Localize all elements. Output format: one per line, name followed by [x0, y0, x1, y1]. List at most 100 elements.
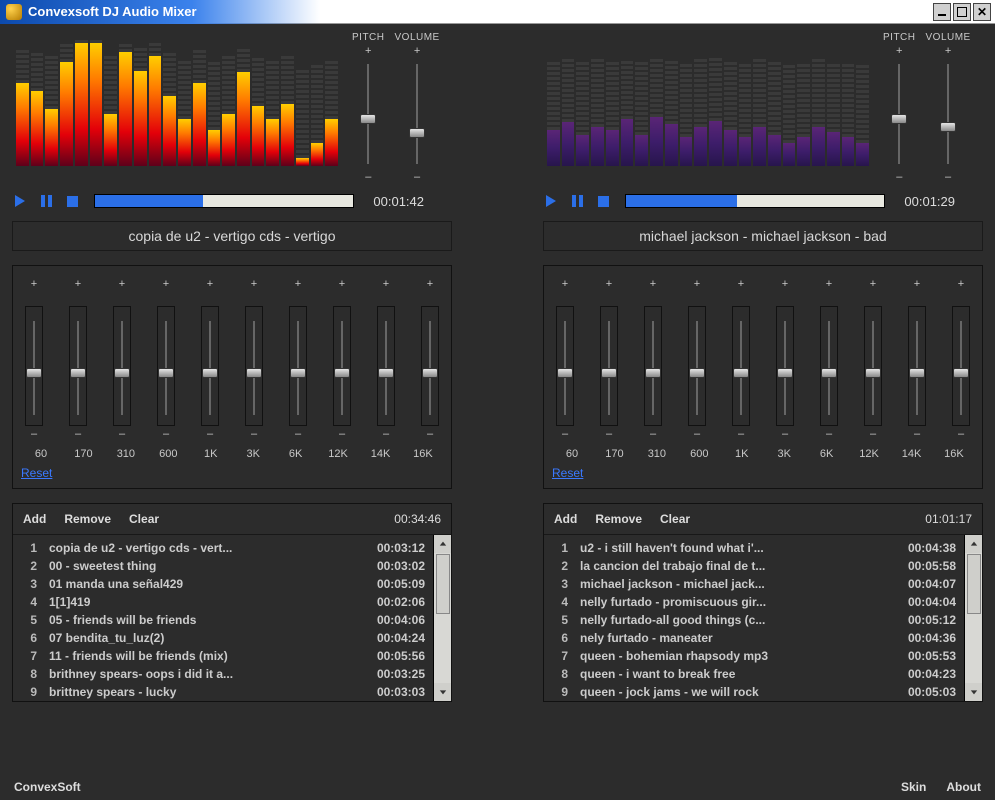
plus-icon: + [606, 278, 612, 290]
volume-slider[interactable] [408, 59, 426, 169]
minus-icon: – [945, 171, 951, 183]
eq-band-slider[interactable] [113, 306, 131, 426]
plus-icon: + [295, 278, 301, 290]
minus-icon: – [738, 428, 744, 440]
minus-icon: – [914, 428, 920, 440]
scroll-up-icon[interactable] [965, 535, 982, 553]
play-button[interactable] [12, 193, 28, 209]
playlist-row[interactable]: 6 nely furtado - maneater 00:04:36 [552, 629, 956, 647]
playlist-row[interactable]: 3 michael jackson - michael jack... 00:0… [552, 575, 956, 593]
playlist-row[interactable]: 5 05 - friends will be friends 00:04:06 [21, 611, 425, 629]
scroll-down-icon[interactable] [965, 683, 982, 701]
add-button[interactable]: Add [23, 512, 46, 526]
stop-button[interactable] [595, 193, 611, 209]
playlist: Add Remove Clear 00:34:46 1 copia de u2 … [12, 503, 452, 702]
eq-band-slider[interactable] [157, 306, 175, 426]
playlist-row[interactable]: 4 1[1]419 00:02:06 [21, 593, 425, 611]
pitch-slider[interactable] [890, 59, 908, 169]
minus-icon: – [75, 428, 81, 440]
eq-band-slider[interactable] [556, 306, 574, 426]
volume-slider[interactable] [939, 59, 957, 169]
eq-band-slider[interactable] [245, 306, 263, 426]
playlist: Add Remove Clear 01:01:17 1 u2 - i still… [543, 503, 983, 702]
scroll-thumb[interactable] [967, 554, 981, 614]
playlist-row[interactable]: 8 brithney spears- oops i did it a... 00… [21, 665, 425, 683]
remove-button[interactable]: Remove [64, 512, 111, 526]
eq-band-slider[interactable] [864, 306, 882, 426]
clear-button[interactable]: Clear [129, 512, 159, 526]
plus-icon: + [119, 278, 125, 290]
maximize-button[interactable] [953, 3, 971, 21]
pitch-label: PITCH [352, 32, 385, 43]
about-button[interactable]: About [946, 780, 981, 794]
playlist-row[interactable]: 9 brittney spears - lucky 00:03:03 [21, 683, 425, 701]
now-playing: copia de u2 - vertigo cds - vertigo [12, 221, 452, 251]
plus-icon: + [914, 278, 920, 290]
scroll-down-icon[interactable] [434, 683, 451, 701]
plus-icon: + [896, 45, 902, 57]
eq-band-label: 60 [23, 448, 59, 460]
playlist-row[interactable]: 5 nelly furtado-all good things (c... 00… [552, 611, 956, 629]
eq-band-slider[interactable] [820, 306, 838, 426]
skin-button[interactable]: Skin [901, 780, 926, 794]
spectrum-display [543, 32, 873, 170]
minimize-button[interactable] [933, 3, 951, 21]
pause-button[interactable] [38, 193, 54, 209]
seek-bar[interactable] [94, 194, 354, 208]
eq-band-slider[interactable] [377, 306, 395, 426]
eq-band-slider[interactable] [421, 306, 439, 426]
add-button[interactable]: Add [554, 512, 577, 526]
playlist-row[interactable]: 4 nelly furtado - promiscuous gir... 00:… [552, 593, 956, 611]
eq-band-slider[interactable] [333, 306, 351, 426]
plus-icon: + [163, 278, 169, 290]
scroll-thumb[interactable] [436, 554, 450, 614]
eq-band-slider[interactable] [600, 306, 618, 426]
plus-icon: + [31, 278, 37, 290]
eq-band-slider[interactable] [908, 306, 926, 426]
play-button[interactable] [543, 193, 559, 209]
titlebar[interactable]: Convexsoft DJ Audio Mixer [0, 0, 995, 24]
volume-label: VOLUME [926, 32, 971, 43]
eq-band-slider[interactable] [289, 306, 307, 426]
eq-band-slider[interactable] [732, 306, 750, 426]
clear-button[interactable]: Clear [660, 512, 690, 526]
eq-band-label: 1K [724, 448, 760, 460]
close-button[interactable] [973, 3, 991, 21]
eq-band-slider[interactable] [688, 306, 706, 426]
playlist-row[interactable]: 9 queen - jock jams - we will rock 00:05… [552, 683, 956, 701]
playlist-row[interactable]: 7 11 - friends will be friends (mix) 00:… [21, 647, 425, 665]
seek-bar[interactable] [625, 194, 885, 208]
eq-band-slider[interactable] [69, 306, 87, 426]
eq-band-slider[interactable] [952, 306, 970, 426]
equalizer: + – + – + – + – + – + [12, 265, 452, 489]
playlist-row[interactable]: 1 copia de u2 - vertigo cds - vert... 00… [21, 539, 425, 557]
pitch-slider[interactable] [359, 59, 377, 169]
eq-band-slider[interactable] [25, 306, 43, 426]
eq-band-slider[interactable] [776, 306, 794, 426]
playlist-row[interactable]: 6 07 bendita_tu_luz(2) 00:04:24 [21, 629, 425, 647]
scrollbar[interactable] [964, 535, 982, 701]
eq-band-label: 16K [405, 448, 441, 460]
pause-button[interactable] [569, 193, 585, 209]
playlist-total: 00:34:46 [394, 512, 441, 526]
playlist-row[interactable]: 8 queen - i want to break free 00:04:23 [552, 665, 956, 683]
stop-button[interactable] [64, 193, 80, 209]
elapsed-time: 00:01:29 [895, 194, 955, 209]
minus-icon: – [427, 428, 433, 440]
deck: PITCH + – VOLUME + – 00:01:42 copia de u… [12, 32, 452, 702]
playlist-row[interactable]: 2 la cancion del trabajo final de t... 0… [552, 557, 956, 575]
eq-band-slider[interactable] [201, 306, 219, 426]
playlist-row[interactable]: 3 01 manda una señal429 00:05:09 [21, 575, 425, 593]
playlist-row[interactable]: 7 queen - bohemian rhapsody mp3 00:05:53 [552, 647, 956, 665]
remove-button[interactable]: Remove [595, 512, 642, 526]
minus-icon: – [414, 171, 420, 183]
eq-band-label: 16K [936, 448, 972, 460]
eq-reset-link[interactable]: Reset [21, 466, 52, 480]
eq-reset-link[interactable]: Reset [552, 466, 583, 480]
pitch-label: PITCH [883, 32, 916, 43]
playlist-row[interactable]: 1 u2 - i still haven't found what i'... … [552, 539, 956, 557]
scroll-up-icon[interactable] [434, 535, 451, 553]
eq-band-slider[interactable] [644, 306, 662, 426]
playlist-row[interactable]: 2 00 - sweetest thing 00:03:02 [21, 557, 425, 575]
scrollbar[interactable] [433, 535, 451, 701]
